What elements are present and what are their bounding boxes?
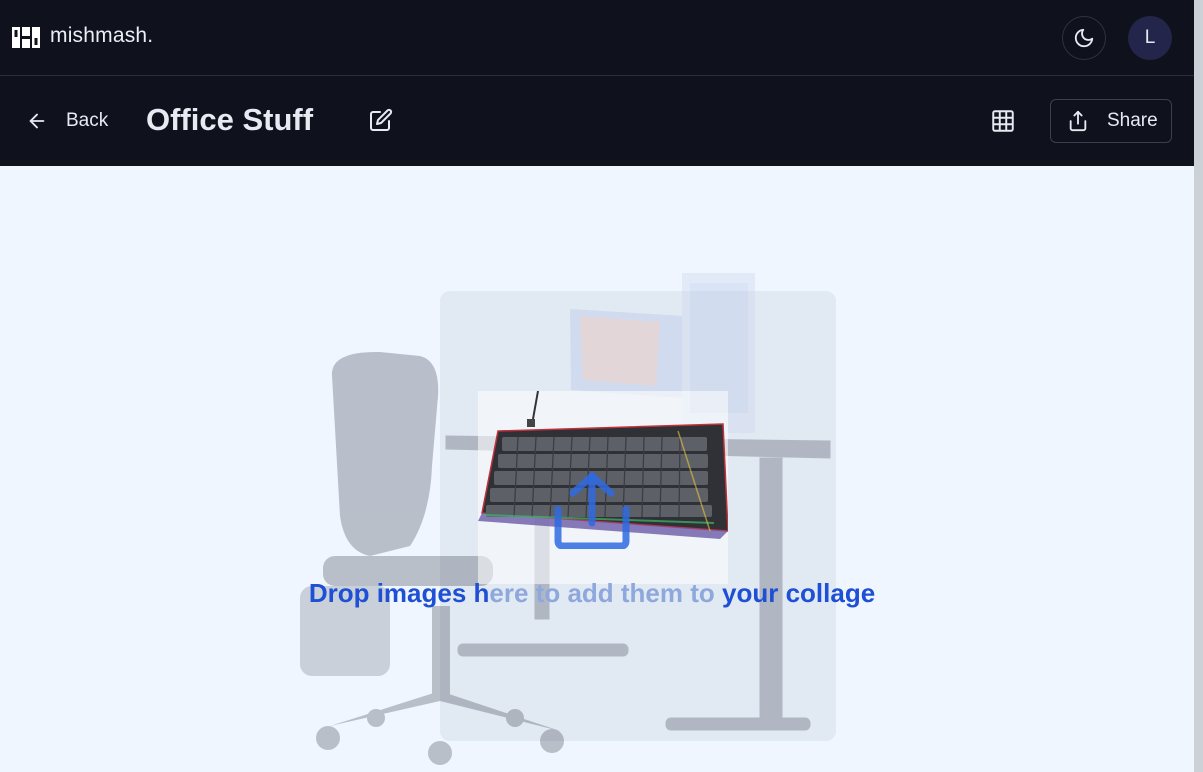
app-header: mishmash. L [0,0,1203,76]
dropzone-message-end: your collage [714,578,876,608]
share-button[interactable]: Share [1050,99,1172,143]
share-upload-icon [1069,110,1087,132]
upload-icon [554,472,630,549]
collage-dropzone[interactable]: Drop images here to add them to your col… [0,166,1194,772]
arrow-left-icon [29,113,45,129]
share-label: Share [1107,110,1158,131]
avatar-initial: L [1144,27,1156,48]
moon-icon [1074,28,1094,48]
back-button[interactable]: Back [26,106,108,136]
dropzone-message-start: Drop images h [308,578,490,608]
collage-toolbar: Back Office Stuff Share [0,76,1203,166]
theme-toggle-button[interactable] [1062,16,1106,60]
grid-icon[interactable] [990,108,1016,134]
dropzone-message: Drop images here to add them to your col… [0,578,1184,609]
edit-title-icon[interactable] [369,108,393,132]
back-label: Back [66,110,109,131]
dropzone-message-middle: ere to add them to [489,578,715,608]
brand-name[interactable]: mishmash. [50,24,153,48]
user-avatar[interactable]: L [1128,16,1172,60]
collage-title: Office Stuff [146,102,314,137]
mishmash-logo-icon[interactable] [12,27,40,48]
page-scrollbar[interactable] [1194,0,1203,772]
